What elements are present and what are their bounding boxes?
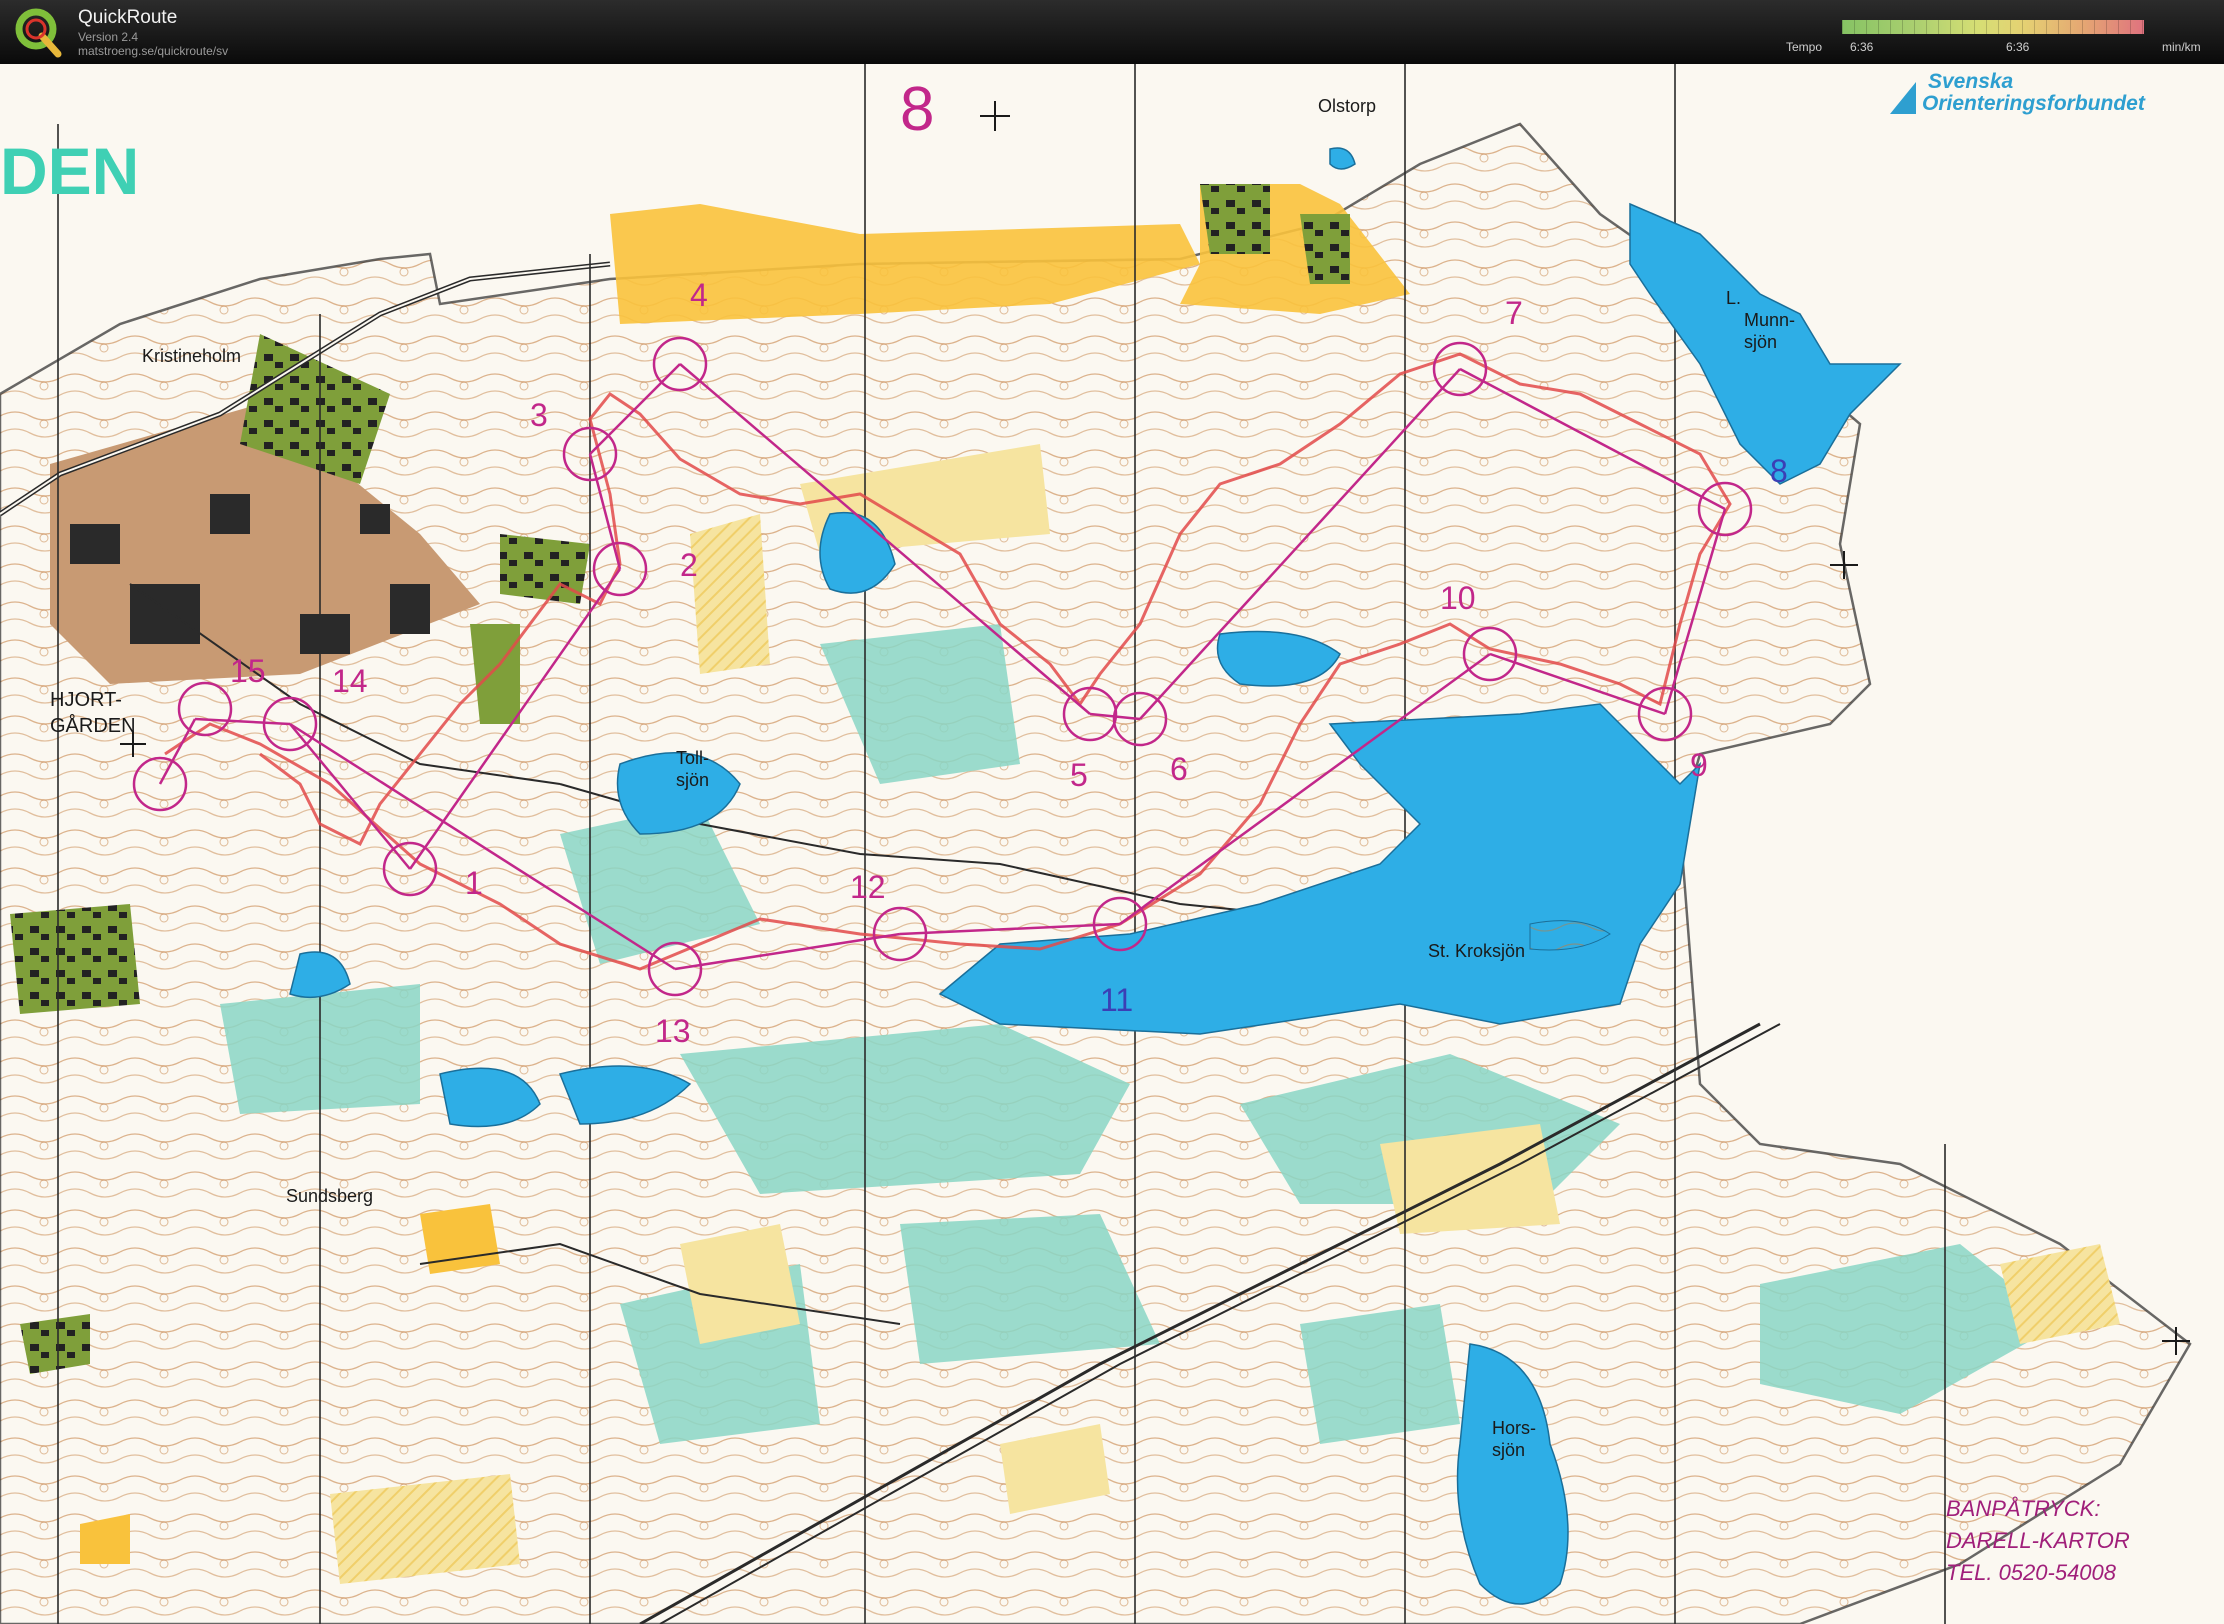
control-1-label: 1 <box>465 865 483 901</box>
place-garden: GÅRDEN <box>50 714 136 737</box>
tempo-unit: min/km <box>2162 40 2201 54</box>
app-title: QuickRoute <box>78 7 178 28</box>
place-horssjon: sjön <box>1492 1440 1525 1460</box>
control-10-label: 10 <box>1440 580 1476 616</box>
place-kristineholm: Kristineholm <box>142 346 241 366</box>
handwritten-number: 8 <box>900 75 934 144</box>
control-7-label: 7 <box>1505 295 1523 331</box>
place-tollsjon: sjön <box>676 770 709 790</box>
control-9-label: 9 <box>1690 747 1708 783</box>
control-8-label: 8 <box>1770 453 1788 489</box>
place-munnsjon: sjön <box>1744 332 1777 352</box>
control-13-label: 13 <box>655 1013 691 1049</box>
place-munn: Munn- <box>1744 310 1795 330</box>
control-15-label: 15 <box>230 653 266 689</box>
place-munn-l: L. <box>1726 288 1741 308</box>
control-11-label: 11 <box>1100 982 1133 1018</box>
control-6-label: 6 <box>1170 751 1188 787</box>
app-url-link[interactable]: matstroeng.se/quickroute/sv <box>78 44 228 58</box>
tempo-mid-value: 6:36 <box>2006 40 2030 54</box>
place-sundsberg: Sundsberg <box>286 1186 373 1206</box>
orienteering-map[interactable]: 1 2 3 4 5 6 7 8 9 10 11 12 13 14 15 Kris… <box>0 64 2224 1624</box>
map-title-fragment: DEN <box>0 134 139 208</box>
place-st-kroksjon: St. Kroksjön <box>1428 941 1525 961</box>
app-version: Version 2.4 <box>78 30 139 44</box>
place-toll: Toll- <box>676 748 709 768</box>
sof-logo-line2: Orienteringsforbundet <box>1922 92 2146 115</box>
control-5-label: 5 <box>1070 757 1088 793</box>
map-canvas[interactable]: 1 2 3 4 5 6 7 8 9 10 11 12 13 14 15 Kris… <box>0 64 2224 1624</box>
sof-logo-line1: Svenska <box>1928 70 2014 93</box>
control-14-label: 14 <box>332 663 368 699</box>
tempo-label: Tempo <box>1786 40 1823 54</box>
print-note-line2: DARELL-KARTOR <box>1946 1528 2130 1553</box>
header-bar: QuickRoute Version 2.4 matstroeng.se/qui… <box>0 0 2224 64</box>
control-12-label: 12 <box>850 869 886 905</box>
print-note-line1: BANPÅTRYCK: <box>1946 1496 2100 1521</box>
place-olstorp: Olstorp <box>1318 96 1376 116</box>
print-note-line3: TEL. 0520-54008 <box>1946 1560 2117 1585</box>
quickroute-window: QuickRoute Version 2.4 matstroeng.se/qui… <box>0 0 2224 1624</box>
place-hjort: HJORT- <box>50 689 122 711</box>
control-3-label: 3 <box>530 397 548 433</box>
tempo-scale-grid <box>1842 20 2144 34</box>
control-4-label: 4 <box>690 277 708 313</box>
quickroute-logo-icon <box>15 8 62 58</box>
control-2-label: 2 <box>680 547 698 583</box>
place-hors: Hors- <box>1492 1418 1536 1438</box>
tempo-min-value: 6:36 <box>1850 40 1874 54</box>
